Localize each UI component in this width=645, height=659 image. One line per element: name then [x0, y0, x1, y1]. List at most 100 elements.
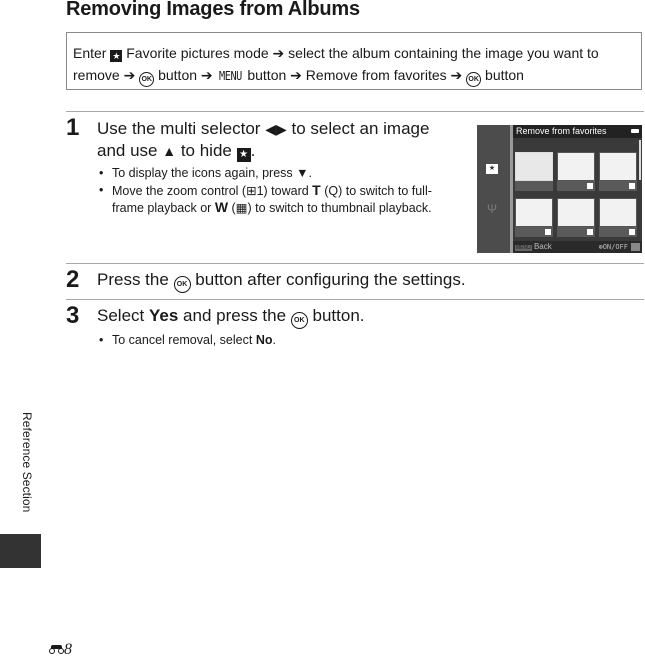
summary-text: button: [158, 67, 198, 83]
favorite-icon: [629, 183, 635, 189]
reference-binoculars-icon: [49, 644, 64, 654]
thumbnail-bar: [557, 227, 595, 237]
favorite-icon: [629, 229, 635, 235]
thumbnail-bar: [515, 227, 553, 237]
section-side-label: Reference Section: [20, 412, 34, 513]
multi-selector-up-icon: ▲: [162, 143, 177, 159]
thumbnail: [515, 152, 553, 192]
screen-scrollbar: [639, 140, 641, 180]
screen-separator: [510, 125, 513, 253]
thumbnail-bar: [515, 181, 553, 191]
step-number: 3: [66, 302, 80, 329]
back-label: Back: [533, 242, 552, 251]
playback-zoom-icon: Q: [328, 183, 339, 198]
thumbnail: [599, 152, 637, 192]
step-3-instruction: Select Yes and press the OK button.: [97, 305, 637, 329]
summary-text: remove: [73, 67, 120, 83]
step-text: button after configuring the settings.: [195, 270, 466, 289]
thumbnail-icon: ▦: [235, 201, 248, 215]
page-reference-icon: ⊞1: [246, 183, 264, 198]
note-text: ) to switch to thumbnail playback.: [247, 201, 432, 215]
ok-button-icon: OK: [466, 72, 482, 87]
step-divider: [66, 111, 644, 112]
menu-button-icon: MENU: [218, 69, 242, 83]
thumbnail: [599, 198, 637, 238]
thumbnail: [557, 152, 595, 192]
multi-selector-down-icon: ▼: [296, 166, 309, 180]
note-text: To cancel removal, select: [112, 333, 253, 347]
procedure-summary-box: Enter ★ Favorite pictures mode ➔ select …: [66, 32, 642, 90]
step-number: 1: [66, 114, 80, 141]
multi-selector-left-right-icon: ◀▶: [265, 121, 287, 137]
thumbnail-image: [599, 198, 637, 227]
page-title: Removing Images from Albums: [66, 0, 360, 20]
screen-header: Remove from favorites: [513, 125, 642, 138]
favorite-icon: ★: [236, 148, 251, 162]
step-divider: [66, 299, 644, 300]
favorite-pictures-icon: ★: [110, 50, 123, 62]
step-text: button.: [312, 306, 365, 325]
note-text: ) toward: [263, 183, 309, 198]
footer-back: MENU Back: [515, 241, 552, 253]
note-item: Move the zoom control (⊞1) toward T (Q) …: [97, 182, 457, 217]
onoff-label: ON/OFF: [602, 243, 628, 251]
wrench-icon: Ψ: [487, 202, 498, 216]
no-option-label: No: [255, 333, 273, 347]
wide-label: W: [214, 199, 229, 215]
thumbnail: [515, 198, 553, 238]
page-number-text: 8: [64, 641, 72, 658]
favorite-icon: [587, 183, 593, 189]
yes-option-label: Yes: [148, 306, 179, 325]
step-number: 2: [66, 266, 80, 293]
ok-button-icon: OK: [290, 312, 308, 329]
favorite-pictures-icon: ★: [486, 164, 498, 174]
thumbnail-bar: [599, 181, 637, 191]
summary-text: Favorite pictures mode: [126, 45, 269, 61]
note-text: .: [308, 166, 313, 180]
ok-button-icon: OK: [139, 72, 155, 87]
thumbnail-bar: [557, 181, 595, 191]
camera-screen-illustration: ★ Ψ Remove from favorites MENU Back ⊛ON/…: [477, 125, 642, 253]
screen-title: Remove from favorites: [516, 126, 607, 136]
battery-icon: [631, 129, 639, 133]
note-item: To cancel removal, select No.: [97, 332, 497, 349]
thumbnail-image: [557, 198, 595, 227]
note-text: To display the icons again, press: [112, 166, 293, 180]
zoom-icon: [631, 243, 640, 251]
screen-footer: MENU Back ⊛ON/OFF: [513, 241, 642, 253]
summary-text: button: [485, 67, 524, 83]
arrow-icon: ➔: [200, 67, 213, 83]
screen-sidebar: [477, 125, 510, 253]
summary-text: button: [247, 67, 287, 83]
arrow-icon: ➔: [290, 67, 302, 83]
thumbnail-image: [515, 198, 553, 227]
step-text: Press the: [97, 270, 169, 289]
telephoto-label: T: [312, 181, 321, 198]
step-1-notes: To display the icons again, press ▼. Mov…: [97, 165, 457, 217]
thumbnail: [557, 198, 595, 238]
step-text: Use the multi selector: [97, 119, 261, 138]
arrow-icon: ➔: [123, 67, 136, 83]
step-text: and use: [97, 141, 158, 160]
ok-button-icon: OK: [173, 276, 191, 293]
thumbnail-image: [557, 152, 595, 181]
summary-text: Enter: [73, 45, 107, 61]
thumbnail-bar: [599, 227, 637, 237]
menu-key-icon: MENU: [515, 245, 532, 251]
step-text: .: [250, 141, 256, 160]
step-2-instruction: Press the OK button after configuring th…: [97, 269, 637, 293]
step-text: Select: [97, 306, 145, 325]
note-text: Move the zoom control (: [112, 183, 247, 198]
step-divider: [66, 263, 644, 264]
note-item: To display the icons again, press ▼.: [97, 165, 457, 182]
thumbnail-image: [515, 152, 553, 181]
step-text: to select an image: [291, 119, 430, 138]
favorite-icon: [545, 229, 551, 235]
thumbnail-image: [599, 152, 637, 181]
page-number: 8: [49, 641, 72, 659]
arrow-icon: ➔: [272, 45, 285, 61]
step-3-notes: To cancel removal, select No.: [97, 332, 497, 349]
step-text: to hide: [180, 141, 232, 160]
favorite-icon: [587, 229, 593, 235]
summary-text: Remove from favorites: [305, 67, 447, 83]
